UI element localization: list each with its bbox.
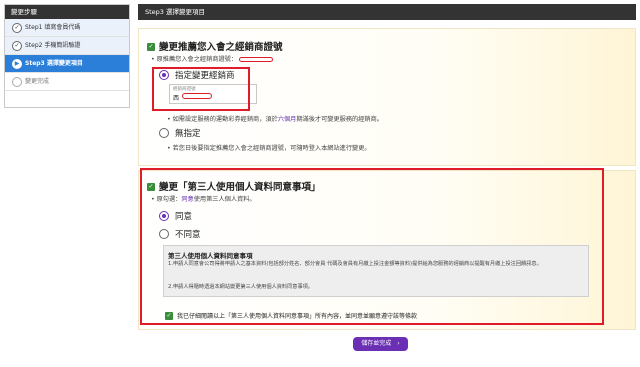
radio-specify-dealer[interactable]: 指定變更經銷商 [159, 69, 235, 81]
sidebar-title: 變更步驟 [5, 5, 129, 19]
terms-title: 第三人使用個人資料同意事項 [168, 252, 253, 260]
consent-change-card: ✓ 變更「第三人使用個人資料同意事項」 • 原勾選：同意使用第三人個人資料。 同意… [138, 170, 636, 330]
step-label: Step1 填寫會員代碼 [25, 24, 81, 31]
page-title: Step3 選擇變更項目 [138, 4, 636, 20]
terms-item-2: 2.申請人得隨時透過本網站變更第三人使用個人資料同意事項。 [168, 284, 314, 290]
checkbox-checked-icon[interactable]: ✓ [165, 311, 173, 320]
dealer-change-card: ✓ 變更推薦您入會之經銷商證號 • 原推薦您入會之經銷商證號： 指定變更經銷商 經… [138, 28, 636, 166]
sidebar-step-4: 變更完成 [5, 73, 129, 91]
steps-sidebar: 變更步驟 ✓ Step1 填寫會員代碼 ✓ Step2 手機簡訊驗證 ▶ Ste… [4, 4, 130, 108]
radio-no-dealer[interactable]: 無指定 [159, 127, 201, 139]
play-circle-icon: ▶ [12, 59, 22, 69]
step-label: 變更完成 [25, 78, 50, 85]
checkbox-checked-icon[interactable]: ✓ [147, 182, 155, 191]
redaction-scribble [239, 56, 274, 62]
step-label: Step3 選擇變更項目 [25, 60, 83, 67]
check-circle-icon: ✓ [12, 41, 22, 51]
consent-terms-box: 第三人使用個人資料同意事項 1.申請人同意會公司得將申請人之基本資料(包括部分姓… [163, 245, 589, 297]
save-complete-button[interactable]: 儲存並完成 › [353, 337, 408, 351]
current-dealer-note: • 原推薦您入會之經銷商證號： [151, 54, 274, 63]
no-dealer-note: • 若您日後要指定推薦您入會之經銷商證號，可隨時登入本網站進行變更。 [167, 145, 371, 152]
dealer-number-label: 經銷商證號 [173, 87, 196, 92]
sidebar-step-2[interactable]: ✓ Step2 手機簡訊驗證 [5, 37, 129, 55]
radio-selected-icon [159, 70, 169, 80]
radio-selected-icon [159, 211, 169, 221]
dealer-number-prefix: 西 [173, 95, 180, 102]
empty-circle-icon [12, 77, 22, 87]
terms-item-1: 1.申請人同意會公司得將申請人之基本資料(包括部分姓名、部分會員 代碼及會員有月… [168, 261, 542, 267]
sidebar-step-3[interactable]: ▶ Step3 選擇變更項目 [5, 55, 129, 73]
sidebar-step-1[interactable]: ✓ Step1 填寫會員代碼 [5, 19, 129, 37]
redaction-scribble [182, 93, 212, 99]
consent-confirm-checkbox[interactable]: ✓ 我已仔細閱讀以上「第三人使用個人資料同意事項」所有內容，並同意並願意遵守該等條… [165, 311, 417, 321]
dealer-info-note: • 如需設定服務的運動彩券經銷商，須於六個月期滿後才可變更服務的經銷商。 [167, 116, 383, 123]
chevron-right-icon: › [397, 340, 400, 347]
section-dealer-title[interactable]: ✓ 變更推薦您入會之經銷商證號 [147, 39, 283, 53]
check-circle-icon: ✓ [12, 23, 22, 33]
dealer-number-input[interactable]: 經銷商證號 西 [169, 84, 257, 104]
radio-agree[interactable]: 同意 [159, 210, 192, 222]
radio-empty-icon [159, 128, 169, 138]
current-consent-note: • 原勾選：同意使用第三人個人資料。 [151, 196, 256, 203]
section-consent-title[interactable]: ✓ 變更「第三人使用個人資料同意事項」 [147, 179, 321, 193]
main-panel: Step3 選擇變更項目 ✓ 變更推薦您入會之經銷商證號 • 原推薦您入會之經銷商… [138, 4, 636, 363]
checkbox-checked-icon[interactable]: ✓ [147, 42, 155, 51]
radio-disagree[interactable]: 不同意 [159, 228, 201, 240]
step-label: Step2 手機簡訊驗證 [25, 42, 81, 49]
radio-empty-icon [159, 229, 169, 239]
